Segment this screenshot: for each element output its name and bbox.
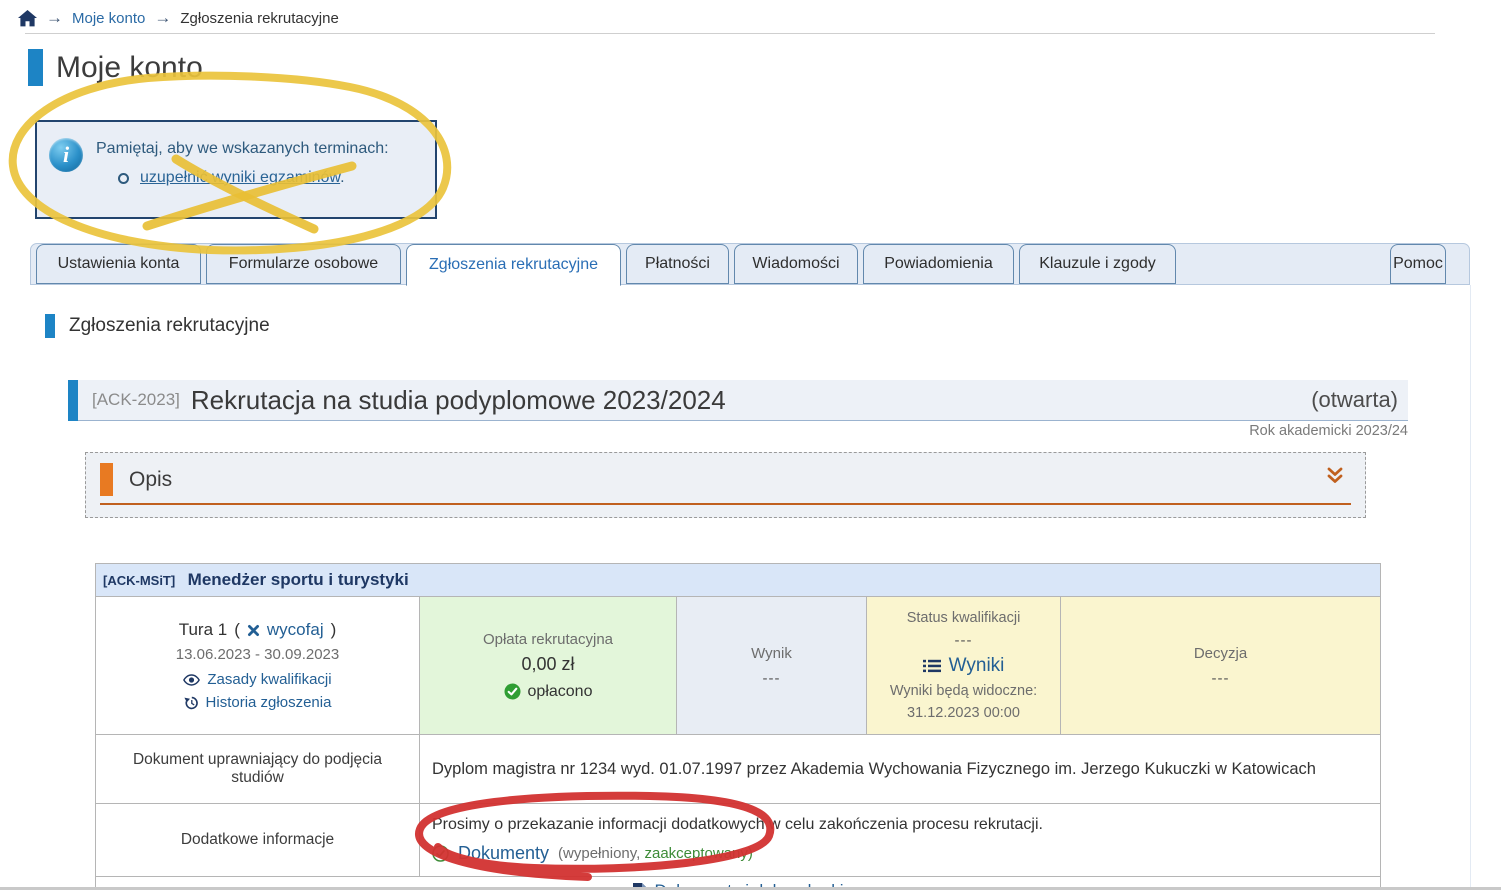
info-suffix: . [340, 169, 344, 186]
info-content: Pamiętaj, aby we wskazanych terminach: u… [96, 131, 389, 208]
header-divider [25, 33, 1435, 34]
qualification-label: Status kwalifikacji [868, 610, 1059, 626]
chevron-double-down-icon[interactable] [1325, 467, 1345, 489]
qualification-cell: Status kwalifikacji --- Wyniki Wyniki bę… [867, 597, 1061, 735]
withdraw-link[interactable]: wycofaj [267, 620, 324, 640]
qualification-value: --- [868, 632, 1059, 649]
check-circle-outline-icon [432, 845, 449, 862]
tab-powiadomienia[interactable]: Powiadomienia [863, 244, 1014, 284]
results-visible-date: 31.12.2023 00:00 [868, 705, 1059, 721]
page-title: Moje konto [28, 49, 203, 86]
result-cell: Wynik --- [677, 597, 867, 735]
round-dates: 13.06.2023 - 30.09.2023 [97, 646, 418, 663]
qualification-rules-link[interactable]: Zasady kwalifikacji [207, 671, 331, 688]
program-header: [ACK-MSiT] Menedżer sportu i turystyki [96, 564, 1381, 597]
eye-icon [183, 674, 200, 686]
decision-cell: Decyzja --- [1061, 597, 1381, 735]
program-table: [ACK-MSiT] Menedżer sportu i turystyki T… [95, 563, 1381, 890]
results-visible-note: Wyniki będą widoczne: [868, 683, 1059, 699]
tab-ustawienia-konta[interactable]: Ustawienia konta [36, 244, 201, 284]
info-box: i Pamiętaj, aby we wskazanych terminach:… [35, 120, 437, 219]
documents-link[interactable]: Dokumenty [458, 843, 549, 864]
section-heading: Zgłoszenia rekrutacyjne [45, 314, 270, 338]
fee-amount: 0,00 zł [421, 654, 675, 675]
history-icon [184, 696, 199, 710]
documents-status-accepted: zaakceptowany) [644, 845, 752, 862]
tab-zgloszenia-rekrutacyjne[interactable]: Zgłoszenia rekrutacyjne [406, 244, 621, 286]
program-code: [ACK-MSiT] [103, 573, 175, 588]
breadcrumb-arrow: → [154, 8, 171, 28]
recruitment-header: [ACK-2023] Rekrutacja na studia podyplom… [68, 380, 1408, 421]
recruitment-code: [ACK-2023] [92, 390, 180, 410]
tab-klauzule-i-zgody[interactable]: Klauzule i zgody [1019, 244, 1176, 284]
tab-bar: Ustawienia konta Formularze osobowe Zgło… [30, 243, 1470, 285]
decision-label: Decyzja [1062, 645, 1379, 662]
paren: ( [234, 620, 240, 640]
decision-value: --- [1062, 670, 1379, 687]
info-list-item: uzupełnić wyniki egzaminów. [118, 169, 389, 187]
tab-formularze-osobowe[interactable]: Formularze osobowe [206, 244, 401, 284]
additional-message: Prosimy o przekazanie informacji dodatko… [432, 816, 1368, 834]
home-icon[interactable] [18, 10, 37, 27]
academic-year: Rok akademicki 2023/24 [68, 423, 1408, 439]
description-panel: Opis [85, 452, 1366, 518]
bullet-icon [118, 173, 129, 184]
info-icon: i [49, 138, 83, 172]
check-circle-icon [504, 683, 521, 700]
fee-cell: Opłata rekrutacyjna 0,00 zł opłacono [420, 597, 677, 735]
round-name: Tura 1 [179, 620, 228, 640]
section-title: Zgłoszenia rekrutacyjne [69, 315, 270, 337]
paren: ) [331, 620, 337, 640]
breadcrumb: → Moje konto → Zgłoszenia rekrutacyjne [18, 6, 339, 30]
list-icon [923, 659, 941, 673]
breadcrumb-arrow: → [46, 8, 63, 28]
content-right-edge [1470, 285, 1471, 890]
application-history-link[interactable]: Historia zgłoszenia [206, 694, 332, 711]
fee-paid-status: opłacono [528, 683, 593, 701]
document-row-value: Dyplom magistra nr 1234 wyd. 01.07.1997 … [420, 735, 1381, 804]
result-label: Wynik [678, 645, 865, 662]
description-title: Opis [129, 468, 172, 492]
tab-platnosci[interactable]: Płatności [626, 244, 729, 284]
recruitment-accent-bar [68, 380, 78, 421]
breadcrumb-current: Zgłoszenia rekrutacyjne [180, 10, 338, 27]
description-accent-bar [100, 463, 113, 496]
results-link[interactable]: Wyniki [949, 655, 1005, 677]
breadcrumb-link-moje-konto[interactable]: Moje konto [72, 10, 145, 27]
page: → Moje konto → Zgłoszenia rekrutacyjne M… [0, 0, 1501, 890]
program-title: Menedżer sportu i turystyki [188, 570, 409, 589]
info-heading: Pamiętaj, aby we wskazanych terminach: [96, 140, 389, 158]
document-row-label: Dokument uprawniający do podjęcia studió… [96, 735, 420, 804]
page-title-text: Moje konto [56, 51, 203, 85]
tab-wiadomosci[interactable]: Wiadomości [734, 244, 858, 284]
tab-pomoc[interactable]: Pomoc [1390, 244, 1446, 284]
additional-row-value: Prosimy o przekazanie informacji dodatko… [420, 804, 1381, 877]
recruitment-title: Rekrutacja na studia podyplomowe 2023/20… [191, 385, 726, 416]
section-accent-bar [45, 314, 55, 338]
title-accent-bar [28, 49, 43, 86]
recruitment-status: (otwarta) [1311, 387, 1398, 413]
result-value: --- [678, 670, 865, 687]
withdraw-x-icon [247, 624, 260, 637]
fee-label: Opłata rekrutacyjna [421, 631, 675, 648]
exam-results-link[interactable]: uzupełnić wyniki egzaminów [140, 169, 340, 186]
round-cell: Tura 1 ( wycofaj ) 13.06.2023 - 30.09.20… [96, 597, 420, 735]
additional-row-label: Dodatkowe informacje [96, 804, 420, 877]
documents-status-prefix: (wypełniony, [558, 845, 640, 862]
